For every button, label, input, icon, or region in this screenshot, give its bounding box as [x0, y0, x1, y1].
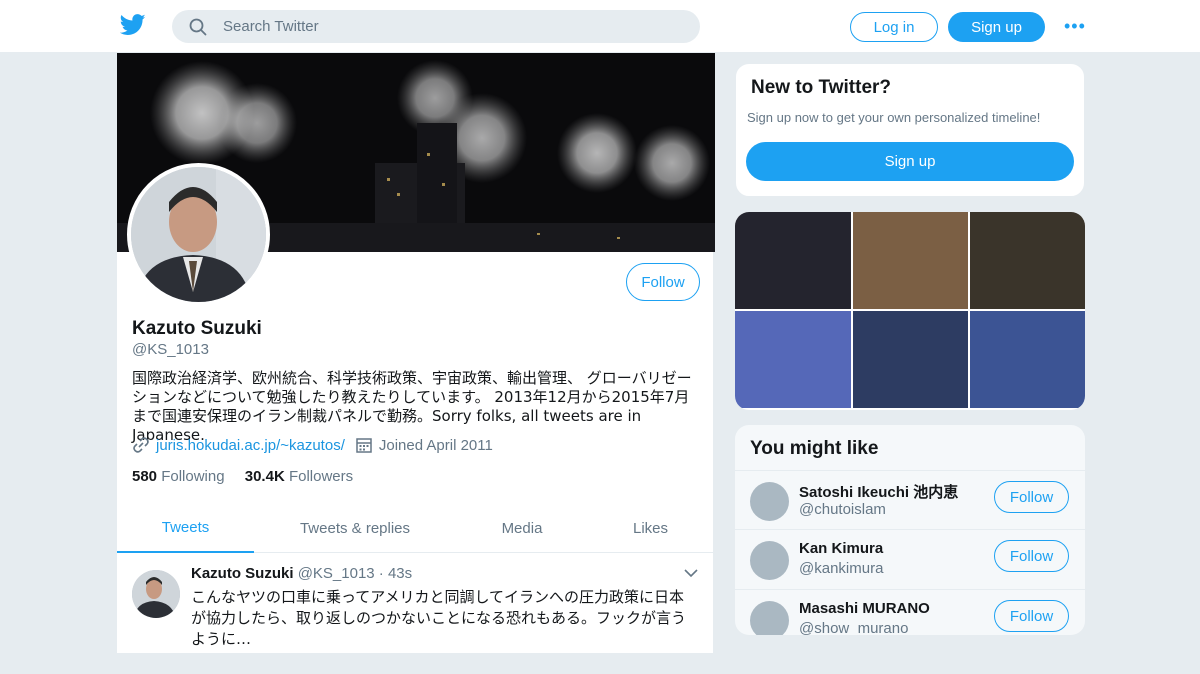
media-thumbnail[interactable] [853, 212, 968, 309]
tweet-author-name[interactable]: Kazuto Suzuki [191, 565, 294, 582]
link-icon [133, 437, 149, 453]
tweet-item[interactable]: Kazuto Suzuki @KS_1013 · 43s こんなヤツの口車に乗っ… [117, 554, 715, 674]
profile-avatar[interactable] [127, 163, 270, 306]
media-thumbnail[interactable] [853, 311, 968, 408]
new-to-twitter-subtitle: Sign up now to get your own personalized… [747, 110, 1041, 125]
profile-bio: 国際政治経済学、欧州統合、科学技術政策、宇宙政策、輸出管理、 グローバリゼーショ… [132, 369, 692, 444]
media-thumbnail[interactable] [970, 311, 1085, 408]
top-nav-bar: Log in Sign up ••• [0, 0, 1200, 53]
profile-handle: @KS_1013 [132, 341, 209, 358]
suggested-user-name[interactable]: Satoshi Ikeuchi 池内恵 [799, 481, 958, 502]
tab-tweets[interactable]: Tweets [117, 503, 254, 553]
follow-button[interactable]: Follow [626, 263, 700, 301]
login-button[interactable]: Log in [850, 12, 938, 42]
chevron-down-icon[interactable] [684, 566, 698, 581]
media-thumbnail[interactable] [735, 212, 851, 309]
following-label: Following [161, 468, 225, 485]
suggested-user[interactable]: Masashi MURANO @show_murano Follow [735, 589, 1085, 635]
follow-button[interactable]: Follow [994, 481, 1069, 513]
followers-stat[interactable]: 30.4K Followers [245, 468, 353, 485]
signup-button[interactable]: Sign up [948, 12, 1045, 42]
joined-date: Joined April 2011 [378, 436, 493, 454]
avatar[interactable] [750, 482, 789, 521]
follow-button[interactable]: Follow [994, 540, 1069, 572]
profile-stats: 580 Following 30.4K Followers [132, 468, 353, 485]
suggested-user-handle: @kankimura [799, 560, 884, 577]
following-count: 580 [132, 468, 158, 485]
avatar[interactable] [750, 541, 789, 580]
suggested-user-name[interactable]: Masashi MURANO [799, 600, 930, 617]
sidebar-signup-button[interactable]: Sign up [746, 142, 1074, 181]
suggested-user-handle: @show_murano [799, 620, 909, 635]
suggested-user[interactable]: Satoshi Ikeuchi 池内恵 @chutoislam Follow [735, 470, 1085, 529]
tab-likes[interactable]: Likes [588, 503, 713, 553]
tweet-author-handle[interactable]: @KS_1013 · 43s [298, 565, 412, 582]
followers-count: 30.4K [244, 468, 285, 485]
following-stat[interactable]: 580 Following [132, 468, 225, 485]
media-thumbnail[interactable] [970, 212, 1085, 309]
tab-tweets-replies[interactable]: Tweets & replies [254, 503, 456, 553]
twitter-bird-icon[interactable] [120, 14, 146, 36]
follow-button[interactable]: Follow [994, 600, 1069, 632]
profile-tabs: Tweets Tweets & replies Media Likes [117, 503, 715, 553]
new-to-twitter-card: New to Twitter? Sign up now to get your … [735, 63, 1085, 197]
you-might-like-title: You might like [750, 438, 879, 459]
profile-meta: juris.hokudai.ac.jp/~kazutos/ Joined Apr… [132, 436, 493, 454]
suggested-user-handle: @chutoislam [799, 501, 886, 518]
tab-media[interactable]: Media [456, 503, 588, 553]
media-thumbnail[interactable] [735, 311, 851, 408]
followers-label: Followers [288, 468, 354, 485]
new-to-twitter-title: New to Twitter? [751, 77, 892, 98]
more-options-icon[interactable]: ••• [1064, 17, 1086, 35]
you-might-like-panel: You might like Satoshi Ikeuchi 池内恵 @chut… [735, 425, 1085, 635]
media-grid [735, 212, 1085, 410]
search-input[interactable] [223, 18, 663, 35]
tweet-header: Kazuto Suzuki @KS_1013 · 43s [191, 565, 412, 582]
suggested-user[interactable]: Kan Kimura @kankimura Follow [735, 529, 1085, 588]
profile-column: Follow Kazuto Suzuki @KS_1013 国際政治経済学、欧州… [116, 53, 715, 653]
search-icon [189, 18, 207, 35]
suggested-user-name[interactable]: Kan Kimura [799, 540, 883, 557]
search-bar[interactable] [172, 10, 700, 43]
tweet-avatar[interactable] [132, 570, 180, 618]
profile-url-link[interactable]: juris.hokudai.ac.jp/~kazutos/ [156, 437, 345, 454]
profile-name: Kazuto Suzuki [132, 318, 262, 339]
tweet-text: こんなヤツの口車に乗ってアメリカと同調してイランへの圧力政策に日本が協力したら、… [191, 588, 687, 648]
calendar-icon [356, 438, 372, 453]
